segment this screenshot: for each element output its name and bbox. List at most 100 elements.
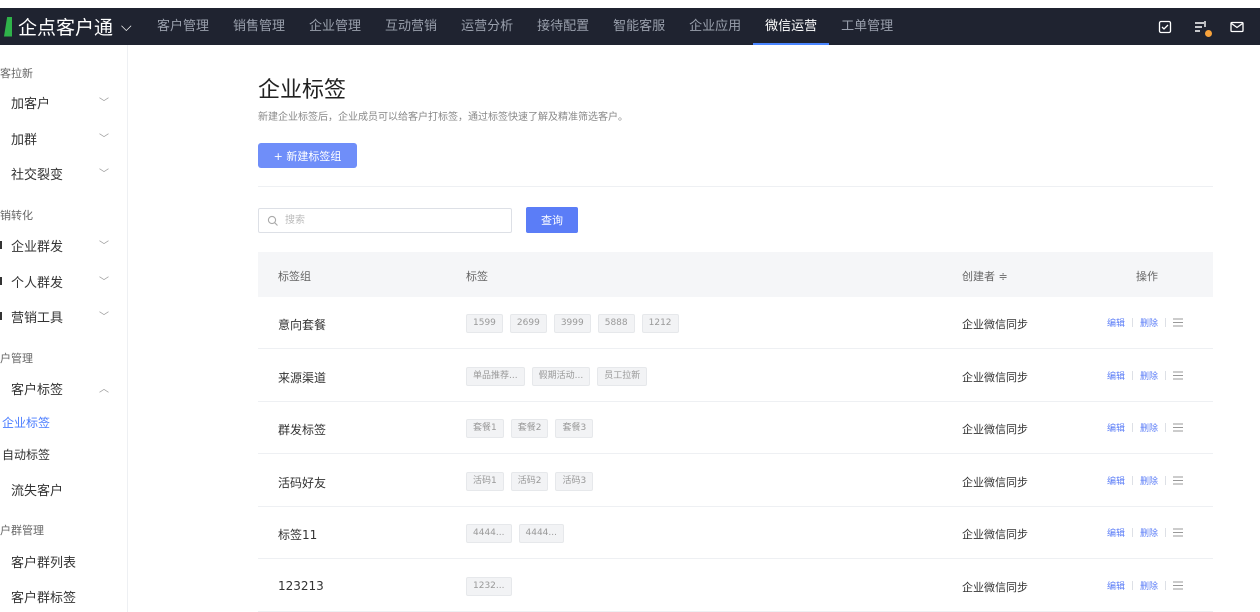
sidebar-item-lost-customers[interactable]: 流失客户: [11, 480, 111, 499]
sidebar-bullet: [0, 241, 2, 249]
new-tag-group-button[interactable]: + 新建标签组: [258, 143, 357, 168]
op-separator: [1165, 318, 1167, 327]
query-button[interactable]: 查询: [526, 207, 578, 233]
nav-item-5[interactable]: 接待配置: [525, 8, 601, 45]
op-separator: [1132, 475, 1134, 485]
tag-chip: 1212: [641, 314, 679, 333]
tag-chip: 假期活动...: [531, 366, 591, 386]
sidebar-item-enterprise-broadcast[interactable]: 企业群发 ﹀: [11, 236, 111, 255]
nav-item-2[interactable]: 企业管理: [297, 8, 373, 45]
mail-icon[interactable]: [1230, 20, 1244, 34]
tag-chip: 活码2: [510, 471, 549, 491]
edit-link[interactable]: 编辑: [1107, 579, 1125, 592]
sidebar-item-label: 加客户: [11, 97, 51, 112]
chevron-down-icon: ﹀: [99, 277, 109, 288]
nav-item-6[interactable]: 智能客服: [601, 8, 677, 45]
cell-tags: 1232...: [466, 576, 512, 596]
page-title: 企业标签: [258, 78, 347, 103]
table-row: 意向套餐 1599 2699 3999 5888 1212 企业微信同步 编辑 删除: [258, 297, 1213, 349]
nav-item-3[interactable]: 互动营销: [373, 8, 449, 45]
drag-menu-icon[interactable]: [1173, 528, 1184, 537]
header-creator-sort[interactable]: 创建者 ≑: [962, 268, 1008, 284]
table-row: 活码好友 活码1 活码2 活码3 企业微信同步 编辑 删除: [258, 455, 1213, 507]
sidebar-item-add-group[interactable]: 加群 ﹀: [11, 129, 111, 148]
op-separator: [1165, 370, 1167, 380]
cell-tags: 单品推荐... 假期活动... 员工拉新: [466, 366, 648, 386]
cell-ops: 编辑 删除: [1107, 421, 1184, 434]
nav-item-8[interactable]: 微信运营: [753, 8, 830, 45]
top-actions: [1158, 8, 1244, 45]
sidebar-item-customer-group-tags[interactable]: 客户群标签: [11, 587, 111, 606]
chevron-down-icon: ﹀: [99, 312, 109, 323]
drag-menu-icon[interactable]: [1173, 318, 1184, 327]
sidebar-group-conversion: 销转化: [0, 209, 33, 222]
table-row: 123213 1232... 企业微信同步 编辑 删除: [258, 560, 1213, 612]
op-separator: [1132, 528, 1134, 537]
delete-link[interactable]: 删除: [1140, 474, 1158, 487]
notification-badge-icon: [1205, 29, 1212, 37]
drag-menu-icon[interactable]: [1173, 371, 1184, 380]
sidebar: 客拉新 加客户 ﹀ 加群 ﹀ 社交裂变 ﹀ 销转化 企业群发 ﹀ 个人群发 ﹀ …: [0, 45, 128, 612]
drag-menu-icon[interactable]: [1173, 581, 1184, 590]
edit-link[interactable]: 编辑: [1107, 474, 1125, 487]
search-box[interactable]: [258, 208, 512, 233]
top-navbar: 企点客户通 ⌵ 客户管理 销售管理 企业管理 互动营销 运营分析 接待配置 智能客服 企业应用…: [0, 8, 1260, 45]
search-icon: [267, 215, 278, 226]
search-input[interactable]: [283, 214, 487, 227]
edit-link[interactable]: 编辑: [1107, 316, 1125, 329]
tag-chip: 1599: [466, 314, 503, 333]
sidebar-item-add-customer[interactable]: 加客户 ﹀: [11, 93, 111, 112]
drag-menu-icon[interactable]: [1173, 476, 1184, 485]
delete-link[interactable]: 删除: [1140, 421, 1158, 434]
tag-chip: 2699: [509, 314, 547, 333]
task-check-icon[interactable]: [1158, 20, 1172, 34]
op-separator: [1132, 423, 1134, 432]
sidebar-item-marketing-tools[interactable]: 营销工具 ﹀: [11, 307, 111, 326]
sidebar-item-label: 个人群发: [11, 276, 64, 291]
tag-chip: 活码1: [466, 471, 504, 491]
drag-menu-icon[interactable]: [1173, 423, 1184, 432]
page-subtitle: 新建企业标签后，企业成员可以给客户打标签，通过标签快速了解及精准筛选客户。: [258, 112, 628, 123]
chevron-down-icon: ﹀: [99, 241, 109, 252]
sidebar-subitem-enterprise-tags[interactable]: 企业标签: [2, 414, 50, 431]
cell-ops: 编辑 删除: [1107, 526, 1184, 539]
tag-chip: 套餐2: [510, 419, 549, 438]
table-row: 来源渠道 单品推荐... 假期活动... 员工拉新 企业微信同步 编辑 删除: [258, 350, 1213, 402]
op-separator: [1165, 475, 1167, 485]
brand-switcher[interactable]: 企点客户通 ⌵: [0, 8, 132, 45]
nav-item-1[interactable]: 销售管理: [221, 8, 297, 45]
chevron-down-icon: ⌵: [121, 18, 132, 35]
sidebar-item-social-fission[interactable]: 社交裂变 ﹀: [11, 164, 111, 183]
delete-link[interactable]: 删除: [1140, 526, 1158, 539]
nav-item-7[interactable]: 企业应用: [677, 8, 753, 45]
delete-link[interactable]: 删除: [1140, 579, 1158, 592]
nav-item-9[interactable]: 工单管理: [829, 8, 905, 45]
edit-link[interactable]: 编辑: [1107, 369, 1125, 382]
sidebar-group-customer-mgmt: 户管理: [0, 352, 33, 365]
sidebar-item-customer-tags[interactable]: 客户标签 ︿: [11, 379, 111, 398]
chevron-down-icon: ﹀: [99, 134, 109, 145]
cell-creator: 企业微信同步: [962, 423, 1028, 436]
sidebar-item-personal-broadcast[interactable]: 个人群发 ﹀: [11, 272, 111, 291]
chevron-up-icon: ︿: [99, 384, 109, 395]
cell-ops: 编辑 删除: [1107, 474, 1184, 487]
delete-link[interactable]: 删除: [1140, 369, 1158, 382]
sidebar-item-customer-group-list[interactable]: 客户群列表: [11, 552, 111, 571]
sidebar-subitem-auto-tags[interactable]: 自动标签: [2, 446, 50, 463]
edit-link[interactable]: 编辑: [1107, 421, 1125, 434]
sidebar-item-label: 加群: [11, 133, 38, 148]
sidebar-bullet: [0, 277, 2, 285]
brand-logo-icon: [4, 16, 12, 37]
cell-creator: 企业微信同步: [962, 475, 1028, 489]
sidebar-item-label: 客户群标签: [11, 591, 77, 606]
cell-tag-group: 来源渠道: [278, 370, 327, 385]
tag-chip: 活码3: [555, 471, 594, 491]
op-separator: [1165, 423, 1167, 432]
notification-list-icon[interactable]: [1194, 20, 1212, 37]
sidebar-item-label: 企业群发: [11, 240, 64, 255]
edit-link[interactable]: 编辑: [1107, 526, 1125, 539]
nav-item-4[interactable]: 运营分析: [449, 8, 525, 45]
delete-link[interactable]: 删除: [1140, 316, 1158, 329]
sidebar-group-acquire: 客拉新: [0, 67, 33, 80]
nav-item-0[interactable]: 客户管理: [145, 8, 221, 45]
